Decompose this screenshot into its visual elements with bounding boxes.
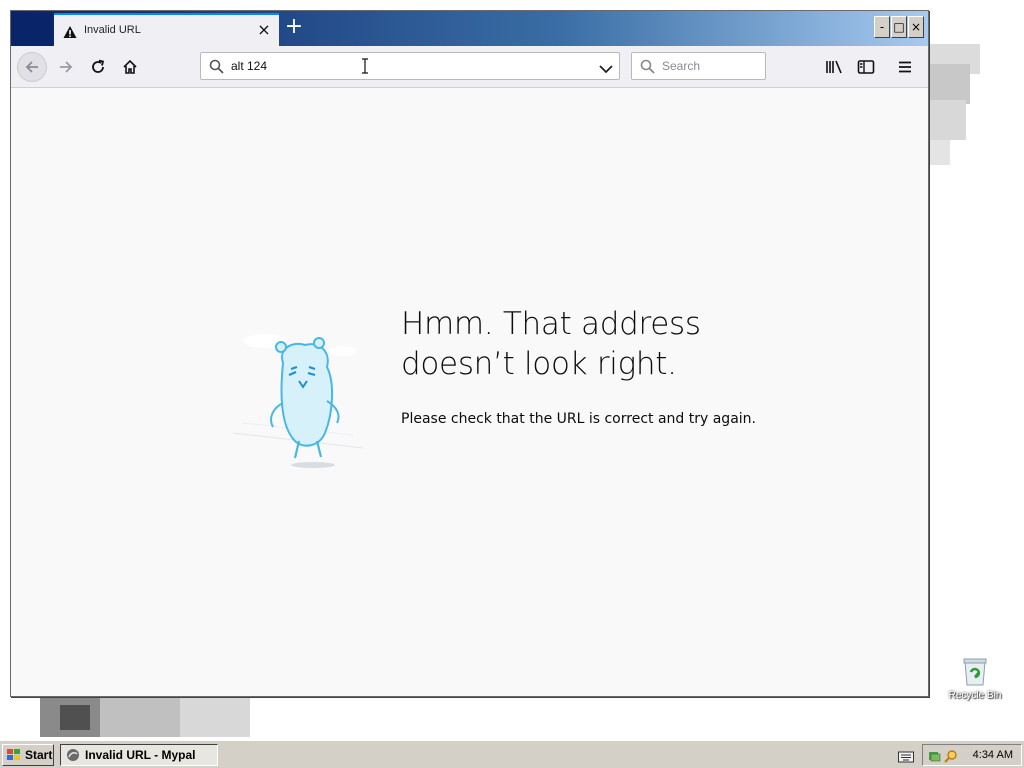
taskbar-item-label: Invalid URL - Mypal	[85, 748, 196, 762]
browser-app-icon	[67, 749, 79, 761]
sidebar-button[interactable]	[853, 54, 879, 80]
system-tray: 4:34 AM	[922, 744, 1022, 766]
forward-arrow-icon	[60, 61, 73, 73]
clock: 4:34 AM	[972, 749, 1013, 761]
home-icon	[123, 59, 137, 74]
navigation-toolbar	[11, 46, 928, 88]
start-label: Start	[25, 748, 53, 762]
hamburger-menu-icon	[899, 61, 911, 73]
url-input[interactable]	[231, 56, 571, 76]
chevron-down-icon[interactable]	[599, 60, 613, 79]
search-icon	[640, 59, 655, 78]
text-cursor-icon	[361, 58, 369, 74]
network-tray-icon[interactable]	[928, 748, 942, 767]
search-box[interactable]	[631, 52, 766, 80]
maximize-button[interactable]: □	[891, 16, 907, 38]
new-tab-button[interactable]: +	[283, 16, 305, 38]
titlebar-corner	[13, 13, 53, 46]
tab-close-button[interactable]: ×	[255, 21, 273, 39]
magnifier-tray-icon[interactable]	[944, 748, 958, 767]
library-icon	[826, 60, 842, 74]
keyboard-icon[interactable]	[898, 748, 914, 767]
url-bar[interactable]	[200, 52, 620, 80]
recycle-bin-label: Recycle Bin	[948, 690, 1002, 701]
close-window-button[interactable]: ×	[908, 16, 924, 38]
error-heading-line-2: doesn’t look right.	[401, 346, 677, 382]
minimize-button[interactable]: -	[874, 16, 890, 38]
back-arrow-icon	[25, 61, 38, 73]
reload-button[interactable]	[83, 52, 113, 82]
warning-icon	[63, 24, 77, 38]
sidebar-icon	[857, 60, 875, 74]
error-description: Please check that the URL is correct and…	[401, 411, 756, 427]
forward-button[interactable]	[51, 52, 81, 82]
search-input[interactable]	[662, 57, 758, 75]
window-controls: - □ ×	[874, 16, 924, 38]
library-button[interactable]	[821, 54, 847, 80]
tab-invalid-url[interactable]: Invalid URL ×	[54, 13, 279, 46]
error-page: Hmm. That address doesn’t look right. Pl…	[11, 88, 928, 696]
browser-window: Invalid URL × + - □ × alt 124 Search Hmm…	[10, 10, 929, 697]
menu-button[interactable]	[892, 54, 918, 80]
confused-mascot-illustration	[223, 323, 373, 468]
start-button[interactable]: Start	[2, 744, 54, 766]
back-button[interactable]	[17, 52, 47, 82]
tab-title: Invalid URL	[84, 24, 141, 36]
search-icon	[209, 59, 224, 78]
taskbar-item-browser[interactable]: Invalid URL - Mypal	[60, 744, 218, 766]
error-heading-line-1: Hmm. That address	[401, 306, 701, 342]
title-bar: Invalid URL × + - □ ×	[11, 11, 928, 46]
windows-logo-icon	[7, 749, 20, 760]
error-heading: Hmm. That address doesn’t look right.	[401, 304, 701, 384]
recycle-bin-icon	[962, 656, 988, 686]
recycle-bin-desktop-icon[interactable]: Recycle Bin	[944, 656, 1006, 701]
reload-icon	[92, 59, 105, 73]
home-button[interactable]	[115, 52, 145, 82]
taskbar: Start Invalid URL - Mypal 4:34 AM	[0, 740, 1024, 768]
